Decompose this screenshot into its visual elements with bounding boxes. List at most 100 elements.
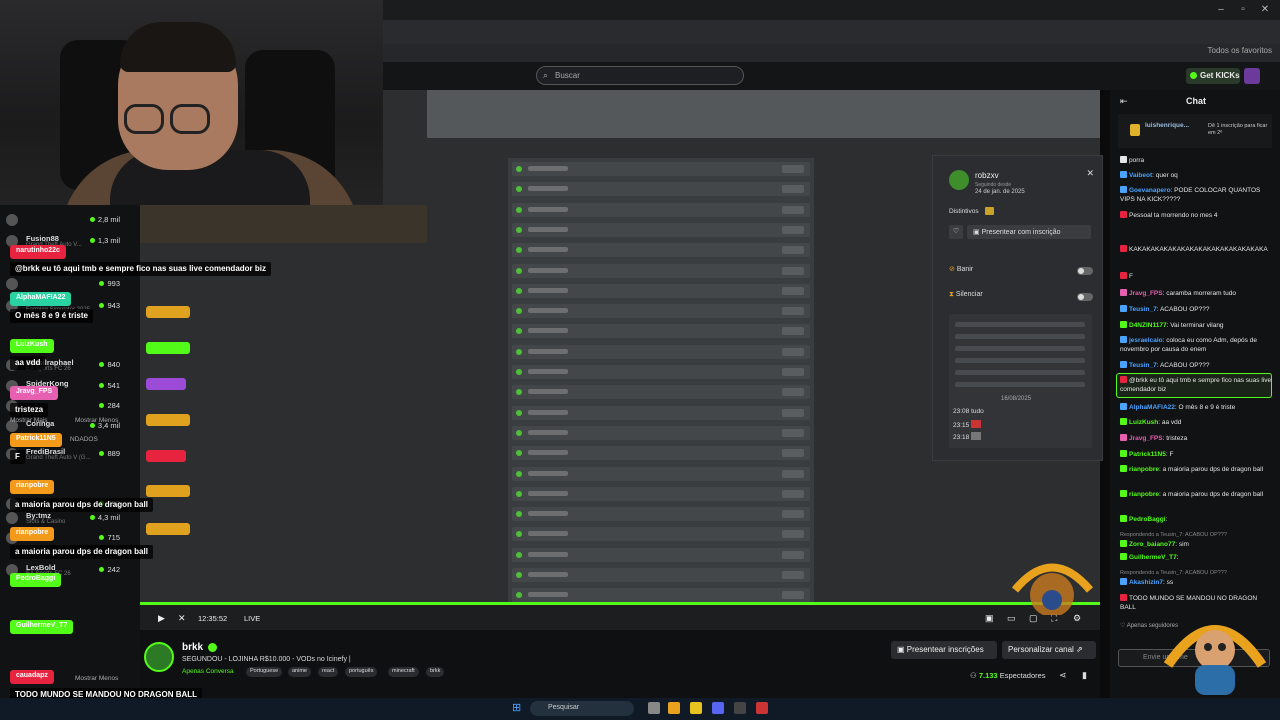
show-more-link[interactable]: Mostrar Mais xyxy=(10,417,48,424)
log-date: 16/08/2025 xyxy=(1001,396,1032,402)
reply-context: Respondendo a Teusin_7: ACABOU OP??? xyxy=(1120,532,1227,538)
channel-avatar[interactable] xyxy=(144,642,174,672)
chat-username[interactable]: AlphaMAFIA22 xyxy=(1129,404,1175,411)
chat-text: O mês 8 e 9 é triste xyxy=(1178,404,1236,411)
stream-tag[interactable]: português xyxy=(345,667,378,677)
chat-username[interactable]: Akashizin7 xyxy=(1129,579,1163,586)
close-icon[interactable]: ✕ xyxy=(1086,168,1094,179)
search-input[interactable]: ⌕ Buscar xyxy=(536,66,744,85)
chat-username[interactable]: LuizKush xyxy=(1129,419,1158,426)
chat-username[interactable]: Goevanapero xyxy=(1129,187,1171,194)
task-view-icon[interactable] xyxy=(648,702,660,714)
chat-badge-icon xyxy=(1120,272,1127,279)
mute-volume-icon[interactable]: ✕ xyxy=(178,613,186,624)
sidebar-viewer-count: 284 xyxy=(99,401,120,410)
minimize-icon[interactable]: – xyxy=(1214,4,1228,16)
sidebar-channel[interactable]: FrediBrasil Grand Theft Auto V (G... 889 xyxy=(6,446,134,462)
address-bar[interactable] xyxy=(383,20,1280,44)
folder-icon[interactable] xyxy=(690,702,702,714)
user-avatar[interactable] xyxy=(1244,68,1260,84)
show-less-link-1[interactable]: Mostrar Menos xyxy=(75,417,118,424)
sidebar-viewer-count: 840 xyxy=(99,360,120,369)
stream-chip xyxy=(146,450,186,462)
chat-title: Chat xyxy=(1186,96,1206,106)
sidebar-viewer-count: 943 xyxy=(99,301,120,310)
stream-tag[interactable]: Portuguese xyxy=(246,667,283,677)
customize-label: Personalizar canal xyxy=(1008,645,1074,654)
chat-username[interactable]: D4NZIN1177 xyxy=(1129,322,1167,329)
chat-username[interactable]: Teusin_7 xyxy=(1129,306,1157,313)
chat-username[interactable]: Zoro_baiano77 xyxy=(1129,541,1175,548)
chat-username[interactable]: Patrick11N5 xyxy=(1129,451,1166,458)
chat-text: caramba morreram tudo xyxy=(1166,290,1236,297)
chat-username[interactable]: rianpobre xyxy=(1129,491,1159,498)
sidebar-channel[interactable]: 993 xyxy=(6,276,134,292)
chat-username[interactable]: Vaibeot xyxy=(1129,172,1152,179)
discord-icon[interactable] xyxy=(712,702,724,714)
chat-message: Teusin_7: ACABOU OP??? xyxy=(1120,361,1272,370)
clip-icon[interactable]: ▣ xyxy=(985,613,994,624)
customize-channel-button[interactable]: Personalizar canal ⇗ xyxy=(1002,641,1096,659)
chat-username[interactable]: Jravg_FPS xyxy=(1129,435,1163,442)
chat-message: Respondendo a Teusin_7: ACABOU OP??? Zoro… xyxy=(1120,532,1272,549)
windows-start-icon[interactable]: ⊞ xyxy=(512,701,521,714)
chrome-icon[interactable] xyxy=(668,702,680,714)
heart-icon[interactable]: ♡ xyxy=(949,225,963,239)
live-label: LIVE xyxy=(244,614,261,623)
stream-tag[interactable]: brkk xyxy=(426,667,445,677)
overlay-chat-username: LuizKush xyxy=(10,339,54,353)
channel-avatar xyxy=(6,214,18,226)
chat-message: PedroBaggi: xyxy=(1120,515,1272,524)
chat-badge-icon xyxy=(1120,156,1127,163)
app-icon[interactable] xyxy=(756,702,768,714)
taskbar-search-label: Pesquisar xyxy=(548,704,580,711)
ban-toggle[interactable] xyxy=(1077,267,1093,275)
gift-sub-button[interactable]: ▣ Presentear com inscrição xyxy=(967,225,1091,239)
overlay-chat-username: PedroBaggi xyxy=(10,573,62,587)
pinned-leaderboard[interactable]: luishenrique... Dê 1 inscrição para fica… xyxy=(1118,114,1272,148)
chat-username[interactable]: rianpobre xyxy=(1129,466,1159,473)
blurred-row xyxy=(512,182,810,197)
stream-chip xyxy=(146,485,190,497)
collapse-chat-icon[interactable]: ⇤ xyxy=(1120,96,1128,107)
ban-icon: ⊘ xyxy=(949,266,957,273)
channel-name[interactable]: brkk xyxy=(182,642,203,653)
chat-message: F xyxy=(1120,272,1272,281)
overlay-chat-username: Patrick11N5 xyxy=(10,433,62,447)
chat-username[interactable]: jesraelcaio xyxy=(1129,337,1163,344)
show-less-link-2[interactable]: Mostrar Menos xyxy=(75,675,118,682)
share-icon[interactable]: ⋖ xyxy=(1059,670,1067,681)
stream-tag[interactable]: minecraft xyxy=(388,667,419,677)
chat-badge-icon xyxy=(1120,403,1127,410)
stream-category[interactable]: Apenas Conversa xyxy=(182,668,234,675)
chat-message: Vaibeot: quer oq xyxy=(1120,171,1272,180)
glasses xyxy=(124,104,164,134)
bookmark-icon[interactable]: ▮ xyxy=(1082,670,1087,681)
close-window-icon[interactable]: ✕ xyxy=(1258,4,1272,16)
hourglass-icon: ⧗ xyxy=(949,291,956,298)
blurred-row xyxy=(512,527,810,542)
gift-subs-button[interactable]: ▣ Presentear inscrições xyxy=(891,641,997,659)
viewers-icon: ⚇ xyxy=(970,671,979,680)
maximize-icon[interactable]: ▫ xyxy=(1236,4,1250,16)
chat-text: Vai terminar vilang xyxy=(1170,322,1224,329)
chat-username[interactable]: Teusin_7 xyxy=(1129,362,1157,369)
chat-username[interactable]: PedroBaggi xyxy=(1129,516,1165,523)
chat-username[interactable]: Jravg_FPS xyxy=(1129,290,1163,297)
chat-message: Goevanapero: PODE COLOCAR QUANTOS VIPS N… xyxy=(1120,186,1261,203)
play-icon[interactable]: ▶ xyxy=(158,613,165,624)
sidebar-viewer-count: 2,8 mil xyxy=(90,215,120,224)
viewers-label: Espectadores xyxy=(999,671,1046,680)
get-kicks-button[interactable]: Get KICKs xyxy=(1186,68,1240,84)
all-favorites-link[interactable]: Todos os favoritos xyxy=(1208,46,1272,55)
chat-badge-icon xyxy=(1120,245,1127,252)
obs-icon[interactable] xyxy=(734,702,746,714)
chat-username[interactable]: GuilhermeV_T7 xyxy=(1129,554,1177,561)
mute-toggle[interactable] xyxy=(1077,293,1093,301)
sidebar-channel[interactable]: By:tmz Slots & Casino 4,3 mil xyxy=(6,510,134,526)
stream-chip xyxy=(146,306,190,318)
stream-tag[interactable]: anime xyxy=(288,667,311,677)
taskbar-search[interactable]: Pesquisar xyxy=(530,701,634,716)
sidebar-channel[interactable]: 2,8 mil xyxy=(6,212,134,228)
stream-tag[interactable]: react xyxy=(318,667,339,677)
